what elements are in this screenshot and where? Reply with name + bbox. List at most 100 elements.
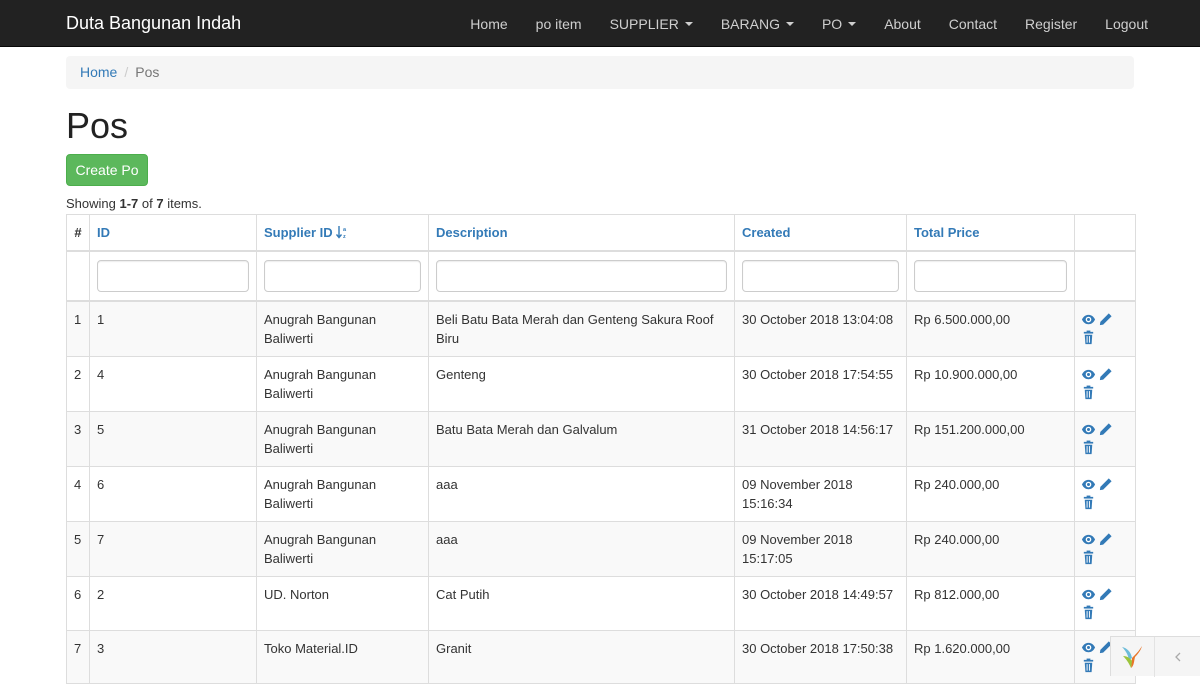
caret-down-icon [848, 21, 857, 26]
filter-cell-empty [66, 250, 90, 302]
filter-cell [89, 250, 257, 302]
eye-icon[interactable] [1081, 532, 1096, 547]
row-number-cell: 6 [66, 576, 90, 631]
trash-icon[interactable] [1081, 495, 1096, 510]
nav-item-about[interactable]: About [884, 14, 921, 34]
total-price-cell: Rp 151.200.000,00 [906, 411, 1075, 467]
created-cell: 30 October 2018 17:50:38 [734, 629, 907, 684]
table-row: 7 3 Toko Material.ID Granit 30 October 2018 … [66, 629, 1136, 684]
summary-suffix: items. [163, 196, 202, 211]
pencil-icon[interactable] [1098, 532, 1113, 547]
column-header-total-price[interactable]: Total Price [906, 214, 1075, 252]
pencil-icon[interactable] [1098, 312, 1113, 327]
id-cell: 2 [89, 576, 257, 631]
supplier-cell: Anugrah Bangunan Baliwerti [256, 466, 429, 522]
nav-menu: Home po item SUPPLIER BARANG PO About Co… [442, 0, 1148, 47]
nav-item-po-item[interactable]: po item [536, 14, 582, 34]
table-row: 3 5 Anugrah Bangunan Baliwerti Batu Bata Me… [66, 411, 1136, 467]
supplier-cell: Anugrah Bangunan Baliwerti [256, 356, 429, 412]
eye-icon[interactable] [1081, 477, 1096, 492]
pencil-icon[interactable] [1098, 422, 1113, 437]
nav-item-label: BARANG [720, 15, 780, 32]
created-filter-input[interactable] [742, 260, 899, 292]
eye-icon[interactable] [1081, 587, 1096, 602]
table-filter-row [66, 250, 1136, 302]
nav-dropdown-barang[interactable]: BARANG [721, 14, 794, 34]
description-cell: Genteng [428, 356, 735, 412]
breadcrumb-separator: / [124, 64, 129, 80]
nav-dropdown-po[interactable]: PO [822, 14, 857, 34]
breadcrumb-current: Pos [135, 64, 160, 80]
id-cell: 7 [89, 521, 257, 577]
caret-down-icon [684, 21, 693, 26]
eye-icon[interactable] [1081, 312, 1096, 327]
row-actions-bottom [1081, 383, 1129, 401]
row-number-cell: 5 [66, 521, 90, 577]
description-cell: Granit [428, 629, 735, 684]
create-po-button[interactable]: Create Po [66, 154, 148, 186]
column-header-label: Description [436, 225, 508, 240]
description-cell: Batu Bata Merah dan Galvalum [428, 411, 735, 467]
pencil-icon[interactable] [1098, 477, 1113, 492]
row-number-cell: 2 [66, 356, 90, 412]
id-filter-input[interactable] [97, 260, 249, 292]
description-filter-input[interactable] [436, 260, 727, 292]
summary-range: 1-7 [119, 196, 139, 211]
nav-item-home[interactable]: Home [470, 14, 507, 34]
breadcrumb: Home / Pos [66, 56, 1134, 89]
total-price-cell: Rp 1.620.000,00 [906, 629, 1075, 684]
nav-item-label: Contact [948, 15, 998, 32]
filter-cell [256, 250, 429, 302]
trash-icon[interactable] [1081, 385, 1096, 400]
column-header-supplier-id[interactable]: Supplier ID a z [256, 214, 429, 252]
total-price-filter-input[interactable] [914, 260, 1067, 292]
grid-summary: Showing 1-7 of 7 items. [66, 196, 202, 212]
brand-logo-text[interactable]: Duta Bangunan Indah [66, 13, 241, 33]
nav-item-label: Logout [1105, 15, 1148, 32]
column-header-description[interactable]: Description [428, 214, 735, 252]
filter-cell [734, 250, 907, 302]
supplier-cell: Anugrah Bangunan Baliwerti [256, 300, 429, 357]
table-row: 1 1 Anugrah Bangunan Baliwerti Beli Batu Ba… [66, 300, 1136, 357]
total-price-cell: Rp 240.000,00 [906, 466, 1075, 522]
row-actions-bottom [1081, 603, 1129, 621]
nav-dropdown-supplier[interactable]: SUPPLIER [610, 14, 693, 34]
page-title: Pos [66, 105, 129, 146]
supplier-id-filter-input[interactable] [264, 260, 421, 292]
table-row: 2 4 Anugrah Bangunan Baliwerti Genteng 30 Oc… [66, 356, 1136, 412]
nav-item-logout[interactable]: Logout [1105, 14, 1148, 34]
description-cell: aaa [428, 466, 735, 522]
caret-down-icon [785, 21, 794, 26]
table-body: 1 1 Anugrah Bangunan Baliwerti Beli Batu Ba… [66, 300, 1136, 684]
eye-icon[interactable] [1081, 640, 1096, 655]
column-header-label: Created [742, 225, 791, 240]
row-actions-top [1081, 585, 1129, 603]
trash-icon[interactable] [1081, 550, 1096, 565]
summary-prefix: Showing [66, 196, 120, 211]
nav-item-register[interactable]: Register [1025, 14, 1077, 34]
breadcrumb-home-link[interactable]: Home [80, 64, 117, 80]
supplier-cell: UD. Norton [256, 576, 429, 631]
row-actions-bottom [1081, 438, 1129, 456]
nav-item-contact[interactable]: Contact [949, 14, 997, 34]
trash-icon[interactable] [1081, 440, 1096, 455]
supplier-cell: Anugrah Bangunan Baliwerti [256, 411, 429, 467]
nav-item-label: SUPPLIER [609, 15, 679, 32]
pencil-icon[interactable] [1098, 367, 1113, 382]
column-header-created[interactable]: Created [734, 214, 907, 252]
trash-icon[interactable] [1081, 605, 1096, 620]
yii-toolbar-toggle[interactable] [1154, 637, 1200, 677]
column-header-id[interactable]: ID [89, 214, 257, 252]
supplier-cell: Anugrah Bangunan Baliwerti [256, 521, 429, 577]
trash-icon[interactable] [1081, 658, 1096, 673]
trash-icon[interactable] [1081, 330, 1096, 345]
eye-icon[interactable] [1081, 367, 1096, 382]
eye-icon[interactable] [1081, 422, 1096, 437]
row-actions-cell [1074, 521, 1136, 577]
pencil-icon[interactable] [1098, 587, 1113, 602]
total-price-cell: Rp 10.900.000,00 [906, 356, 1075, 412]
row-actions-bottom [1081, 493, 1129, 511]
yii-debug-toolbar [1110, 636, 1200, 677]
nav-item-label: Register [1025, 15, 1078, 32]
yii-logo-icon[interactable] [1119, 644, 1145, 670]
